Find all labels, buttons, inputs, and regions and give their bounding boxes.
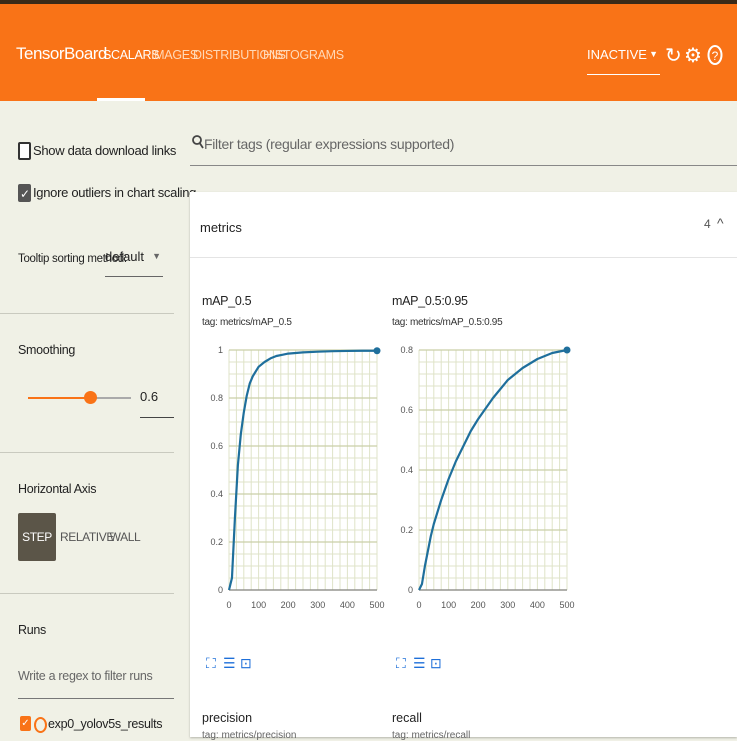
x-tick-label: 300 [500, 600, 515, 610]
runs-label: Runs [18, 623, 46, 637]
x-tick-label: 500 [369, 600, 384, 610]
chart-map0595[interactable]: 0 0.2 0.4 0.6 0.8 0 100 200 300 400 500 [392, 342, 577, 642]
runs-filter-input[interactable]: Write a regex to filter runs [18, 661, 174, 699]
fit-domain-icon[interactable]: ⛶ [206, 655, 216, 672]
chart-map05[interactable]: 0 0.2 0.4 0.6 0.8 1 0 100 200 300 400 500 [202, 342, 387, 642]
help-icon[interactable]: ? [707, 44, 723, 72]
chart-subtitle: tag: metrics/mAP_0.5 [202, 317, 292, 328]
chart-title: mAP_0.5:0.95 [392, 294, 468, 308]
y-tick-label: 0.8 [400, 345, 413, 355]
sidebar: Show data download links ✓ Ignore outlie… [0, 101, 196, 737]
axis-wall-button[interactable]: WALL [108, 513, 142, 561]
svg-text:?: ? [712, 49, 719, 63]
y-tick-label: 0.4 [400, 465, 413, 475]
x-tick-label: 100 [251, 600, 266, 610]
x-tick-label: 400 [530, 600, 545, 610]
axis-relative-button[interactable]: RELATIVE [60, 513, 114, 561]
expand-chart-icon[interactable]: ⊡ [430, 655, 442, 672]
y-tick-label: 0.6 [400, 405, 413, 415]
y-tick-label: 0.6 [210, 441, 223, 451]
smoothing-input[interactable]: 0.6 [140, 386, 174, 418]
chevron-up-icon[interactable]: ^ [717, 215, 724, 231]
run-checkbox[interactable]: ✓ [20, 716, 31, 731]
series-endpoint [373, 347, 381, 355]
x-tick-label: 400 [340, 600, 355, 610]
tag-filter-input[interactable]: Filter tags (regular expressions support… [190, 128, 737, 166]
inactive-select-value: INACTIVE [587, 47, 647, 62]
smoothing-value: 0.6 [140, 389, 159, 404]
chart-title: mAP_0.5 [202, 294, 252, 308]
chart-title-precision: precision [202, 711, 253, 725]
divider [0, 452, 174, 453]
top-app-bar: TensorBoard SCALARS IMAGES DISTRIBUTIONS… [0, 4, 737, 101]
y-tick-label: 0.4 [210, 489, 223, 499]
toggle-log-icon[interactable]: ☰ [223, 655, 236, 672]
chart-title-recall: recall [392, 711, 422, 725]
runs-filter-placeholder: Write a regex to filter runs [18, 669, 153, 683]
x-tick-label: 0 [226, 600, 231, 610]
tab-histograms[interactable]: HISTOGRAMS [263, 48, 344, 62]
app-title: TensorBoard [16, 44, 107, 63]
gear-icon[interactable]: ⚙ [684, 44, 702, 68]
chart-subtitle: tag: metrics/mAP_0.5:0.95 [392, 317, 503, 328]
tab-images[interactable]: IMAGES [151, 48, 198, 62]
chevron-down-icon: ▼ [649, 49, 658, 59]
run-color-indicator[interactable] [34, 717, 47, 733]
axis-step-button[interactable]: STEP [18, 513, 56, 561]
series-endpoint [563, 346, 571, 354]
search-icon [192, 134, 204, 154]
y-tick-label: 0 [218, 585, 223, 595]
x-tick-label: 100 [441, 600, 456, 610]
chevron-down-icon: ▼ [152, 251, 161, 261]
group-count: 4 [704, 217, 711, 231]
tag-filter-placeholder: Filter tags (regular expressions support… [204, 136, 455, 152]
smoothing-label: Smoothing [18, 343, 76, 357]
y-tick-label: 1 [218, 345, 223, 355]
x-tick-label: 200 [281, 600, 296, 610]
ignore-outliers-label: Ignore outliers in chart scaling [33, 185, 197, 200]
refresh-icon[interactable]: ↻ [665, 44, 682, 68]
tooltip-sorting-select[interactable]: default ▼ [105, 248, 163, 277]
run-label: exp0_yolov5s_results [48, 717, 163, 731]
y-tick-label: 0.2 [400, 525, 413, 535]
expand-chart-icon[interactable]: ⊡ [240, 655, 252, 672]
fit-domain-icon[interactable]: ⛶ [396, 655, 406, 672]
tooltip-sorting-value: default [105, 249, 145, 264]
check-icon[interactable]: ✓ [18, 184, 31, 202]
chart-subtitle-precision: tag: metrics/precision [202, 730, 297, 741]
x-tick-label: 0 [416, 600, 421, 610]
group-title: metrics [200, 220, 242, 235]
x-tick-label: 500 [559, 600, 574, 610]
slider-fill [28, 397, 90, 399]
show-download-links-label: Show data download links [33, 143, 177, 158]
x-tick-label: 200 [471, 600, 486, 610]
y-tick-label: 0 [408, 585, 413, 595]
divider [0, 593, 174, 594]
divider [190, 257, 737, 258]
smoothing-slider[interactable] [28, 391, 131, 404]
checkbox-box[interactable] [18, 142, 31, 160]
chart-subtitle-recall: tag: metrics/recall [392, 730, 471, 741]
toggle-log-icon[interactable]: ☰ [413, 655, 426, 672]
divider [0, 313, 174, 314]
inactive-plugins-select[interactable]: INACTIVE ▼ [587, 44, 660, 75]
metrics-card: metrics 4 ^ mAP_0.5 tag: metrics/mAP_0.5… [190, 192, 737, 741]
x-tick-label: 300 [310, 600, 325, 610]
slider-handle[interactable] [83, 391, 97, 404]
y-tick-label: 0.8 [210, 393, 223, 403]
y-tick-label: 0.2 [210, 537, 223, 547]
horizontal-axis-label: Horizontal Axis [18, 482, 97, 496]
